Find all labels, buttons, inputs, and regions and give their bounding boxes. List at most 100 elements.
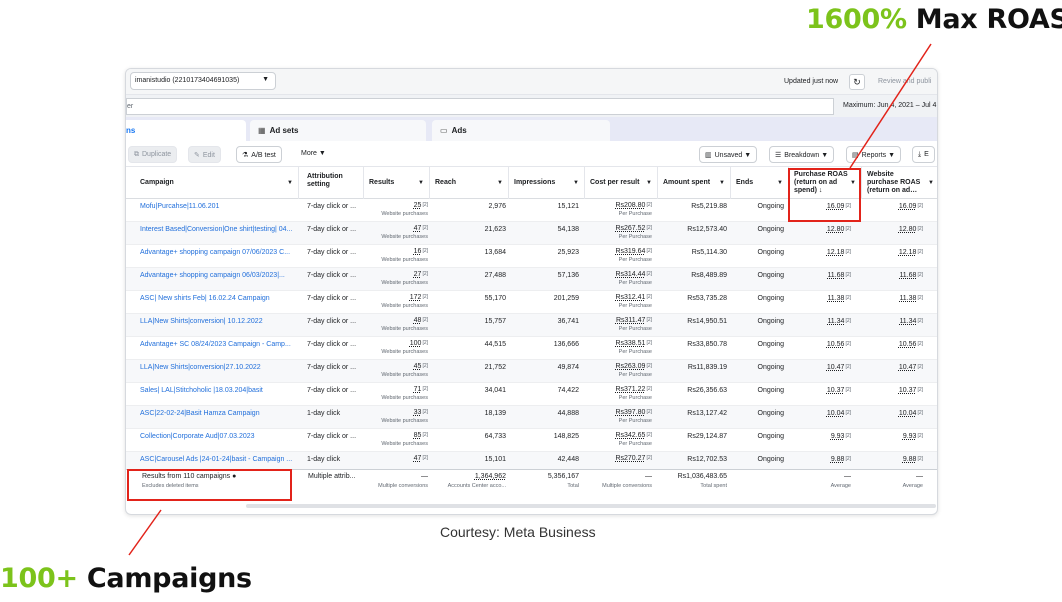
caret-down-icon: ▼ xyxy=(318,150,326,157)
amount-spent-cell: Rs13,127.42 xyxy=(687,410,727,417)
duplicate-label: Duplicate xyxy=(142,151,172,158)
purchase-roas-value: 10.37 xyxy=(826,387,845,394)
totals-results-sub: Multiple conversions xyxy=(378,483,428,489)
info-icon: [2] xyxy=(845,318,851,324)
table-row[interactable]: Advantage+ SC 08/24/2023 Campaign - Camp… xyxy=(126,337,937,360)
tab-ad-sets[interactable]: ▦ Ad sets xyxy=(250,120,426,141)
impressions-cell: 25,923 xyxy=(557,249,579,256)
website-roas-cell: 10.04[2] xyxy=(864,406,923,429)
col-impressions[interactable]: Impressions ▼ xyxy=(509,167,585,199)
download-icon: ⤓ xyxy=(918,151,922,158)
results-value: 85 xyxy=(413,432,422,439)
table-row[interactable]: Sales| LAL|Stitchoholic |18.03.204|basit… xyxy=(126,383,937,406)
flask-icon: ⚗ xyxy=(242,152,249,159)
col-website-roas[interactable]: Website purchase ROAS (return on ad… ▼ xyxy=(862,167,937,199)
info-icon: [2] xyxy=(422,386,428,392)
edit-button[interactable]: ✎ Edit xyxy=(188,146,221,163)
search-input[interactable]: er xyxy=(126,98,834,115)
amount-spent-cell: Rs8,489.89 xyxy=(691,272,727,279)
headline-max-roas-text: Max ROAS xyxy=(906,4,1062,35)
reports-button[interactable]: ▤ Reports ▼ xyxy=(846,146,902,163)
impressions-cell: 36,741 xyxy=(557,318,579,325)
ads-manager-screenshot: imanistudio (2210173404691035) ▼ Updated… xyxy=(125,68,938,515)
cpr-value: Rs371.22 xyxy=(615,386,646,393)
reach-cell: 21,623 xyxy=(484,226,506,233)
review-publish-button[interactable]: Review and publi xyxy=(878,78,931,85)
table-row[interactable]: ASC| New shirts Feb| 16.02.24 Campaign 7-… xyxy=(126,291,937,314)
campaign-name-link[interactable]: ASC| New shirts Feb| 16.02.24 Campaign xyxy=(140,291,295,314)
columns-view-button[interactable]: ▥ Unsaved ▼ xyxy=(699,146,758,163)
table-row[interactable]: LLA|New Shirts|conversion|27.10.2022 7-da… xyxy=(126,360,937,383)
reports-label: Reports xyxy=(861,152,887,159)
campaign-name-link[interactable]: Advantage+ shopping campaign 07/06/2023 … xyxy=(140,245,295,268)
results-sub: Website purchases xyxy=(381,441,428,447)
totals-cpr-sub: Multiple conversions xyxy=(602,483,652,489)
cpr-value: Rs270.27 xyxy=(615,455,646,462)
caret-down-icon: ▼ xyxy=(262,76,269,83)
website-roas-cell: 11.68[2] xyxy=(864,268,923,291)
info-icon: [2] xyxy=(845,456,851,462)
table-row[interactable]: Advantage+ shopping campaign 06/03/2023|… xyxy=(126,268,937,291)
website-roas-value: 10.47 xyxy=(898,364,917,371)
campaign-name-link[interactable]: Mofu|Purcahse|11.06.201 xyxy=(140,199,295,222)
reach-cell: 18,139 xyxy=(484,410,506,417)
export-button[interactable]: ⤓ E xyxy=(912,146,935,163)
purchase-roas-value: 10.04 xyxy=(826,410,845,417)
purchase-roas-cell: 11.68[2] xyxy=(791,268,851,291)
purchase-roas-value: 12.80 xyxy=(826,226,845,233)
col-amount-spent[interactable]: Amount spent ▼ xyxy=(658,167,731,199)
tab-ads[interactable]: ▭ Ads xyxy=(432,120,610,141)
account-name: imanistudio (2210173404691035) xyxy=(135,77,240,84)
ends-cell: Ongoing xyxy=(757,249,784,256)
breakdown-button[interactable]: ☰ Breakdown ▼ xyxy=(769,146,835,163)
col-wroas-label-2: purchase ROAS xyxy=(867,179,921,186)
updated-status: Updated just now xyxy=(784,78,839,85)
campaign-name-link[interactable]: LLA|New Shirts|conversion|27.10.2022 xyxy=(140,360,295,383)
account-selector[interactable]: imanistudio (2210173404691035) ▼ xyxy=(130,72,276,90)
ab-test-button[interactable]: ⚗ A/B test xyxy=(236,146,282,163)
campaign-name-link[interactable]: Advantage+ shopping campaign 06/03/2023|… xyxy=(140,268,295,291)
col-campaign[interactable]: Campaign ▼ xyxy=(135,167,299,199)
results-sub: Website purchases xyxy=(381,372,428,378)
table-row[interactable]: LLA|New Shirts|conversion| 10.12.2022 7-d… xyxy=(126,314,937,337)
cpr-sub: Per Purchase xyxy=(618,372,652,378)
table-row[interactable]: Interest Based|Conversion|One shirt|test… xyxy=(126,222,937,245)
date-range-picker[interactable]: Maximum: Jun 4, 2021 – Jul 4 xyxy=(843,102,936,109)
campaign-name-link[interactable]: Advantage+ SC 08/24/2023 Campaign - Camp… xyxy=(140,337,295,360)
results-sub: Website purchases xyxy=(381,257,428,263)
table-row[interactable]: Advantage+ shopping campaign 07/06/2023 … xyxy=(126,245,937,268)
more-button[interactable]: More ▼ xyxy=(296,146,331,163)
pencil-icon: ✎ xyxy=(194,152,200,159)
col-wroas-label-1: Website xyxy=(867,171,894,178)
campaign-name-link[interactable]: Sales| LAL|Stitchoholic |18.03.204|basit xyxy=(140,383,295,406)
table-row[interactable]: Collection|Corporate Aud|07.03.2023 7-day… xyxy=(126,429,937,452)
results-cell: 172[2] Website purchases xyxy=(366,291,428,314)
col-reach[interactable]: Reach ▼ xyxy=(430,167,509,199)
duplicate-button[interactable]: ⧉ Duplicate xyxy=(128,146,178,163)
campaign-name-link[interactable]: Interest Based|Conversion|One shirt|test… xyxy=(140,222,295,245)
campaign-name-link[interactable]: LLA|New Shirts|conversion| 10.12.2022 xyxy=(140,314,295,337)
info-icon: [2] xyxy=(917,364,923,370)
tab-campaigns[interactable]: ns xyxy=(126,120,246,141)
website-roas-cell: 16.09[2] xyxy=(864,199,923,222)
totals-wroas-sub: Average xyxy=(902,483,923,489)
col-results[interactable]: Results ▼ xyxy=(364,167,430,199)
info-icon: [2] xyxy=(917,318,923,324)
info-icon: [2] xyxy=(845,295,851,301)
col-attribution[interactable]: Attribution setting xyxy=(302,167,364,199)
horizontal-scrollbar[interactable] xyxy=(246,504,936,508)
table-row[interactable]: ASC|22-02-24|Basit Hamza Campaign 1-day c… xyxy=(126,406,937,429)
campaign-name-link[interactable]: Collection|Corporate Aud|07.03.2023 xyxy=(140,429,295,452)
col-ends[interactable]: Ends ▼ xyxy=(731,167,789,199)
caret-down-icon: ▼ xyxy=(744,152,752,159)
toolbar: ⧉ Duplicate ✎ Edit ⚗ A/B test More ▼ ▥ Unsav… xyxy=(126,141,937,167)
impressions-cell: 54,138 xyxy=(557,226,579,233)
campaign-name-link[interactable]: ASC|22-02-24|Basit Hamza Campaign xyxy=(140,406,295,429)
col-cost-per-result[interactable]: Cost per result ▼ xyxy=(585,167,658,199)
website-roas-cell: 11.38[2] xyxy=(864,291,923,314)
reach-cell: 21,752 xyxy=(484,364,506,371)
info-icon: [2] xyxy=(422,225,428,231)
refresh-icon[interactable]: ↻ xyxy=(849,74,865,90)
purchase-roas-cell: 11.34[2] xyxy=(791,314,851,337)
info-icon: [2] xyxy=(845,433,851,439)
